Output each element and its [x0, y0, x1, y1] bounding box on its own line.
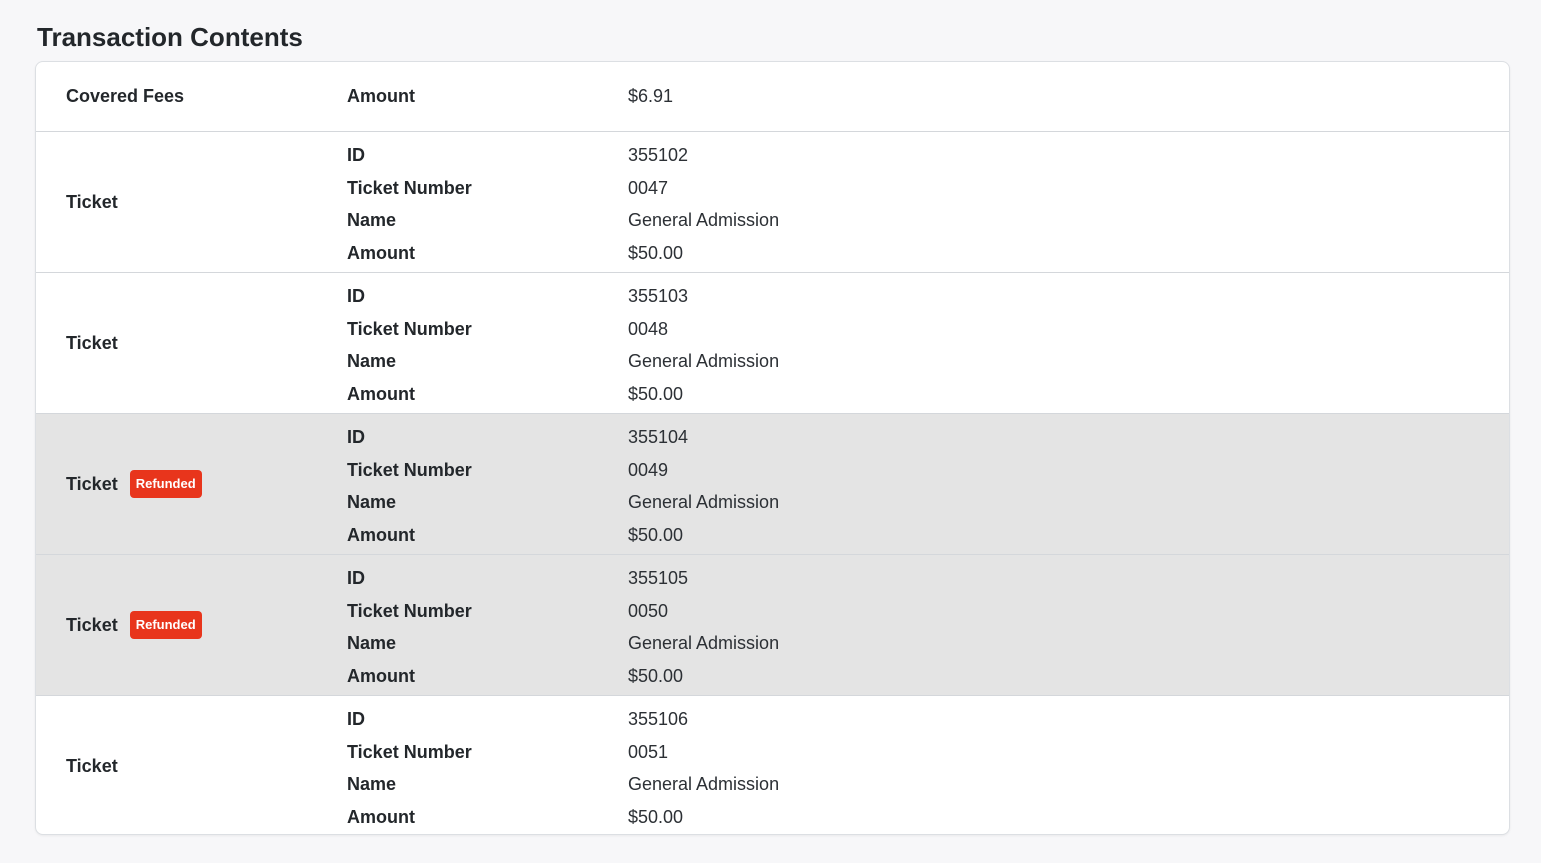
field-value: General Admission — [628, 492, 780, 513]
field-label: Name — [347, 774, 397, 795]
transaction-contents-card: Covered Fees Amount $6.91 Ticket ID 3551… — [35, 61, 1510, 835]
field-id: ID 355105 — [347, 562, 779, 595]
covered-fees-row: Covered Fees Amount $6.91 — [36, 62, 1509, 132]
field-label: Amount — [347, 806, 415, 827]
field-label: Name — [347, 351, 397, 372]
field-id: ID 355106 — [347, 703, 779, 736]
page-title: Transaction Contents — [37, 22, 303, 52]
field-value: 355102 — [628, 144, 689, 165]
field-value: General Admission — [628, 351, 780, 372]
ticket-row: Ticket ID 355103 Ticket Number 0048 Name… — [36, 273, 1509, 414]
field-name: Name General Admission — [347, 627, 779, 660]
field-value: 0051 — [628, 741, 669, 762]
field-ticket-number: Ticket Number 0047 — [347, 172, 779, 205]
field-id: ID 355102 — [347, 139, 779, 172]
row-type-cell: Covered Fees — [66, 62, 184, 131]
row-type-cell: Ticket Refunded — [66, 414, 202, 554]
row-type-label: Ticket — [66, 332, 118, 353]
row-fields: ID 355103 Ticket Number 0048 Name Genera… — [347, 280, 779, 411]
ticket-row: Ticket ID 355102 Ticket Number 0047 Name… — [36, 132, 1509, 273]
field-label: ID — [347, 144, 365, 165]
field-amount: Amount $50.00 — [347, 237, 779, 270]
field-id: ID 355103 — [347, 280, 779, 313]
field-label: Ticket Number — [347, 459, 472, 480]
field-value: $6.91 — [628, 85, 674, 106]
field-label: Ticket Number — [347, 177, 472, 198]
field-label: Ticket Number — [347, 318, 472, 339]
field-value: 355103 — [628, 285, 689, 306]
field-name: Name General Admission — [347, 345, 779, 378]
field-label: Amount — [347, 383, 415, 404]
field-value: General Admission — [628, 210, 780, 231]
field-value: $50.00 — [628, 242, 684, 263]
field-id: ID 355104 — [347, 421, 779, 454]
row-type-cell: Ticket — [66, 696, 118, 834]
field-label: ID — [347, 285, 365, 306]
field-label: Amount — [347, 242, 415, 263]
field-ticket-number: Ticket Number 0048 — [347, 313, 779, 346]
field-amount: Amount $6.91 — [347, 80, 673, 113]
field-value: 0050 — [628, 600, 669, 621]
field-value: 0047 — [628, 177, 669, 198]
row-fields: ID 355104 Ticket Number 0049 Name Genera… — [347, 421, 779, 552]
field-label: Amount — [347, 665, 415, 686]
field-value: $50.00 — [628, 665, 684, 686]
field-amount: Amount $50.00 — [347, 378, 779, 411]
row-type-label: Ticket — [66, 473, 118, 494]
field-ticket-number: Ticket Number 0050 — [347, 595, 779, 628]
field-value: General Admission — [628, 774, 780, 795]
row-type-label: Ticket — [66, 614, 118, 635]
field-ticket-number: Ticket Number 0051 — [347, 736, 779, 769]
field-label: ID — [347, 708, 365, 729]
row-fields: ID 355106 Ticket Number 0051 Name Genera… — [347, 703, 779, 834]
field-label: Name — [347, 492, 397, 513]
row-fields: Amount $6.91 — [347, 80, 673, 113]
field-label: Name — [347, 633, 397, 654]
field-label: Amount — [347, 85, 415, 106]
field-label: ID — [347, 426, 365, 447]
row-type-label: Ticket — [66, 755, 118, 776]
ticket-row-refunded: Ticket Refunded ID 355104 Ticket Number … — [36, 414, 1509, 555]
field-amount: Amount $50.00 — [347, 519, 779, 552]
field-label: Ticket Number — [347, 741, 472, 762]
field-value: 355104 — [628, 426, 689, 447]
field-value: General Admission — [628, 633, 780, 654]
field-label: Ticket Number — [347, 600, 472, 621]
field-value: $50.00 — [628, 524, 684, 545]
row-type-label: Covered Fees — [66, 86, 185, 106]
field-value: 0049 — [628, 459, 669, 480]
ticket-row: Ticket ID 355106 Ticket Number 0051 Name… — [36, 696, 1509, 834]
field-value: 0048 — [628, 318, 669, 339]
row-fields: ID 355105 Ticket Number 0050 Name Genera… — [347, 562, 779, 693]
ticket-row-refunded: Ticket Refunded ID 355105 Ticket Number … — [36, 555, 1509, 696]
field-amount: Amount $50.00 — [347, 660, 779, 693]
field-amount: Amount $50.00 — [347, 801, 779, 834]
field-label: ID — [347, 567, 365, 588]
field-name: Name General Admission — [347, 486, 779, 519]
field-name: Name General Admission — [347, 768, 779, 801]
refunded-badge: Refunded — [129, 611, 202, 639]
row-type-cell: Ticket — [66, 273, 118, 413]
row-type-cell: Ticket — [66, 132, 118, 272]
row-type-cell: Ticket Refunded — [66, 555, 202, 695]
row-fields: ID 355102 Ticket Number 0047 Name Genera… — [347, 139, 779, 270]
field-value: 355106 — [628, 708, 689, 729]
field-name: Name General Admission — [347, 204, 779, 237]
refunded-badge: Refunded — [129, 470, 202, 498]
field-value: $50.00 — [628, 806, 684, 827]
field-label: Name — [347, 210, 397, 231]
field-ticket-number: Ticket Number 0049 — [347, 454, 779, 487]
field-value: 355105 — [628, 567, 689, 588]
field-value: $50.00 — [628, 383, 684, 404]
field-label: Amount — [347, 524, 415, 545]
row-type-label: Ticket — [66, 191, 118, 212]
